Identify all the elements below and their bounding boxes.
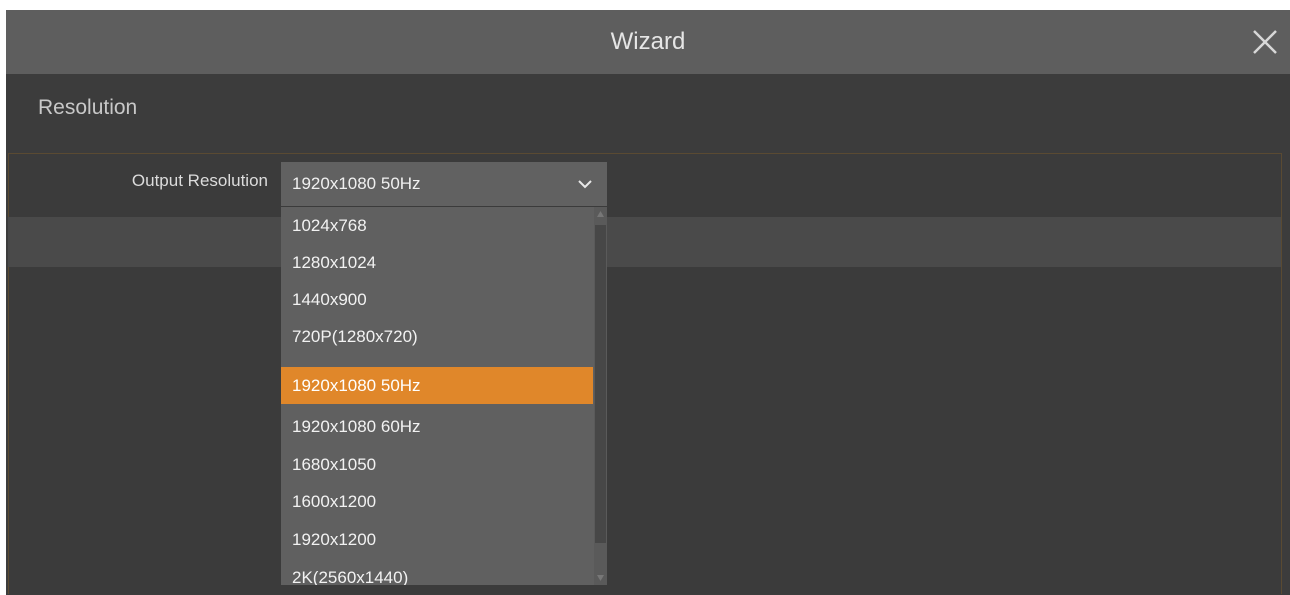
select-current-value: 1920x1080 50Hz <box>292 174 421 193</box>
settings-row-strip <box>8 217 1281 267</box>
dropdown-option[interactable]: 1024x768 <box>281 207 593 244</box>
scroll-down-icon[interactable] <box>596 573 605 583</box>
close-button[interactable] <box>1250 27 1280 57</box>
dropdown-option-selected[interactable]: 1920x1080 50Hz <box>281 367 593 404</box>
dropdown-option[interactable]: 1920x1200 <box>281 521 593 558</box>
dropdown-option[interactable]: 1920x1080 60Hz <box>281 408 593 445</box>
output-resolution-label: Output Resolution <box>131 171 268 190</box>
dropdown-option[interactable]: 1600x1200 <box>281 483 593 520</box>
dropdown-option[interactable]: 1680x1050 <box>281 446 593 483</box>
dropdown-scrollbar[interactable] <box>594 207 607 585</box>
dropdown-option[interactable]: 1440x900 <box>281 281 593 318</box>
scrollbar-thumb[interactable] <box>595 225 606 543</box>
scroll-up-icon[interactable] <box>596 209 605 219</box>
section-title: Resolution <box>38 96 138 119</box>
title-bar: Wizard <box>6 10 1290 74</box>
close-icon <box>1253 30 1277 54</box>
chevron-down-icon <box>578 180 592 189</box>
resolution-dropdown-list: 1024x768 1280x1024 1440x900 720P(1280x72… <box>281 207 607 585</box>
dropdown-option[interactable]: 1280x1024 <box>281 244 593 281</box>
dropdown-option[interactable]: 2K(2560x1440) <box>281 559 593 585</box>
window-title: Wizard <box>610 28 686 55</box>
dropdown-option[interactable]: 720P(1280x720) <box>281 318 593 355</box>
output-resolution-select[interactable]: 1920x1080 50Hz <box>281 162 607 206</box>
